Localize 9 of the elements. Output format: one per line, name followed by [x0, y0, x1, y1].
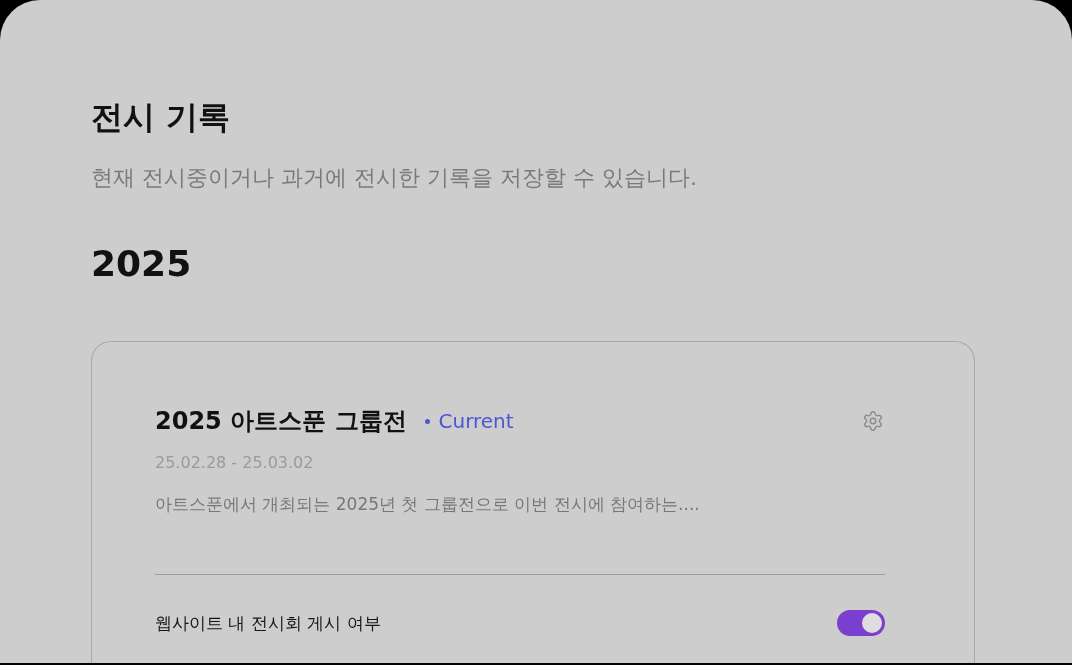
- exhibition-description: 아트스푼에서 개최되는 2025년 첫 그룹전으로 이번 전시에 참여하는....: [155, 493, 700, 516]
- year-heading: 2025: [91, 242, 192, 286]
- page-title: 전시 기록: [91, 97, 231, 137]
- status-dot-icon: [424, 418, 430, 424]
- publish-label: 웹사이트 내 전시회 게시 여부: [155, 612, 381, 635]
- exhibition-title: 2025 아트스푼 그룹전: [155, 406, 407, 437]
- page-subtitle: 현재 전시중이거나 과거에 전시한 기록을 저장할 수 있습니다.: [91, 164, 697, 192]
- toggle-switch[interactable]: [837, 610, 885, 636]
- status-label: Current: [438, 408, 514, 435]
